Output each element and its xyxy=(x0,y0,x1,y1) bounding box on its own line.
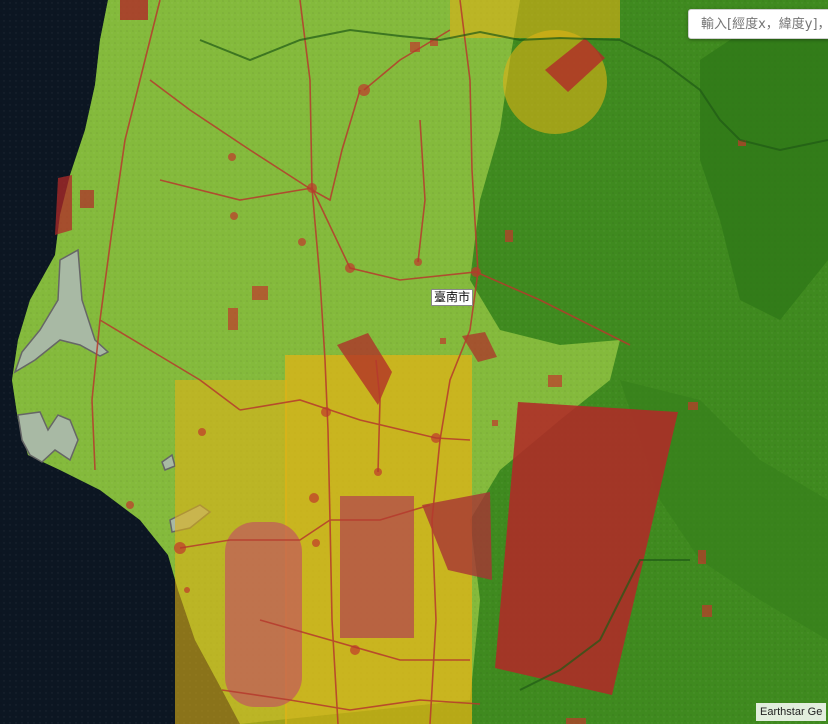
restricted-zone xyxy=(340,496,414,638)
map-canvas[interactable]: 臺南市 Earthstar Ge xyxy=(0,0,828,724)
map-attribution: Earthstar Ge xyxy=(756,703,827,721)
coordinate-search-input[interactable] xyxy=(688,9,828,39)
restricted-zone xyxy=(120,0,148,20)
restricted-zone xyxy=(225,522,302,707)
map-layer xyxy=(0,0,828,724)
city-label-tainan: 臺南市 xyxy=(431,289,474,306)
restricted-zone xyxy=(80,190,94,208)
